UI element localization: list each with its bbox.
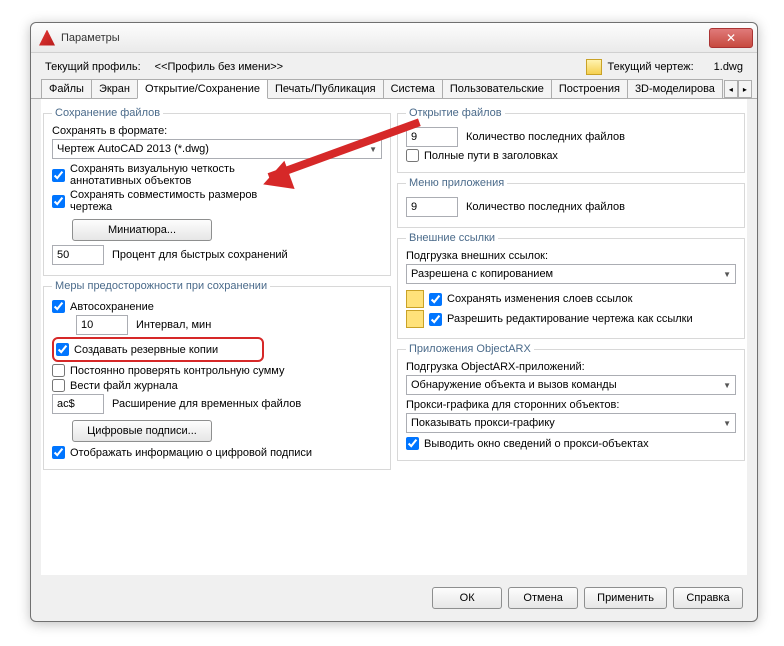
- open-recent-label: Количество последних файлов: [466, 131, 625, 143]
- group-objectarx: Приложения ObjectARX Подгрузка ObjectARX…: [397, 343, 745, 461]
- profile-label: Текущий профиль:: [45, 61, 141, 73]
- group-app-menu: Меню приложения Количество последних фай…: [397, 177, 745, 228]
- percent-label: Процент для быстрых сохранений: [112, 249, 288, 261]
- drawing-icon: [586, 59, 602, 75]
- cb-backup[interactable]: [56, 343, 69, 356]
- format-label: Сохранять в формате:: [52, 125, 382, 137]
- tab-print[interactable]: Печать/Публикация: [267, 79, 384, 98]
- arx-load-select[interactable]: Обнаружение объекта и вызов команды▼: [406, 375, 736, 395]
- tab-files[interactable]: Файлы: [41, 79, 92, 98]
- tab-system[interactable]: Система: [383, 79, 443, 98]
- group-save-files: Сохранение файлов Сохранять в формате: Ч…: [43, 107, 391, 276]
- cb-signature-info[interactable]: [52, 446, 65, 459]
- interval-input[interactable]: [76, 315, 128, 335]
- tab-scroll-right[interactable]: ▸: [738, 80, 752, 98]
- drawing-label: Текущий чертеж:: [608, 61, 694, 73]
- interval-label: Интервал, мин: [136, 319, 211, 331]
- layer-icon: [406, 290, 424, 308]
- ok-button[interactable]: ОК: [432, 587, 502, 609]
- edit-icon: [406, 310, 424, 328]
- format-select[interactable]: Чертеж AutoCAD 2013 (*.dwg)▼: [52, 139, 382, 159]
- cancel-button[interactable]: Отмена: [508, 587, 578, 609]
- cb-size-compat[interactable]: [52, 195, 65, 208]
- signatures-button[interactable]: Цифровые подписи...: [72, 420, 212, 442]
- cb-xref-layers[interactable]: [429, 293, 442, 306]
- proxy-select[interactable]: Показывать прокси-графику▼: [406, 413, 736, 433]
- tab-3d[interactable]: 3D-моделирова: [627, 79, 723, 98]
- cb-visual-fidelity[interactable]: [52, 169, 65, 182]
- highlighted-option: Создавать резервные копии: [52, 337, 264, 362]
- tab-open-save[interactable]: Открытие/Сохранение: [137, 79, 268, 99]
- group-xref: Внешние ссылки Подгрузка внешних ссылок:…: [397, 232, 745, 339]
- xref-load-select[interactable]: Разрешена с копированием▼: [406, 264, 736, 284]
- cb-xref-edit[interactable]: [429, 313, 442, 326]
- app-icon: [39, 30, 55, 46]
- ext-input[interactable]: [52, 394, 104, 414]
- tab-user[interactable]: Пользовательские: [442, 79, 552, 98]
- cb-log[interactable]: [52, 379, 65, 392]
- tab-draft[interactable]: Построения: [551, 79, 628, 98]
- tab-screen[interactable]: Экран: [91, 79, 138, 98]
- percent-input[interactable]: [52, 245, 104, 265]
- arx-load-label: Подгрузка ObjectARX-приложений:: [406, 361, 736, 373]
- window-title: Параметры: [61, 32, 709, 44]
- drawing-value: 1.dwg: [714, 61, 743, 73]
- apply-button[interactable]: Применить: [584, 587, 667, 609]
- ext-label: Расширение для временных файлов: [112, 398, 301, 410]
- close-button[interactable]: ✕: [709, 28, 753, 48]
- group-open-files: Открытие файлов Количество последних фай…: [397, 107, 745, 173]
- titlebar: Параметры ✕: [31, 23, 757, 53]
- open-recent-input[interactable]: [406, 127, 458, 147]
- menu-recent-label: Количество последних файлов: [466, 201, 625, 213]
- cb-autosave[interactable]: [52, 300, 65, 313]
- profile-value: <<Профиль без имени>>: [155, 61, 283, 73]
- xref-load-label: Подгрузка внешних ссылок:: [406, 250, 736, 262]
- menu-recent-input[interactable]: [406, 197, 458, 217]
- tab-scroll-left[interactable]: ◂: [724, 80, 738, 98]
- group-safety: Меры предосторожности при сохранении Авт…: [43, 280, 391, 470]
- proxy-label: Прокси-графика для сторонних объектов:: [406, 399, 736, 411]
- help-button[interactable]: Справка: [673, 587, 743, 609]
- cb-proxy-info[interactable]: [406, 437, 419, 450]
- cb-fullpath[interactable]: [406, 149, 419, 162]
- thumbnail-button[interactable]: Миниатюра...: [72, 219, 212, 241]
- cb-crc[interactable]: [52, 364, 65, 377]
